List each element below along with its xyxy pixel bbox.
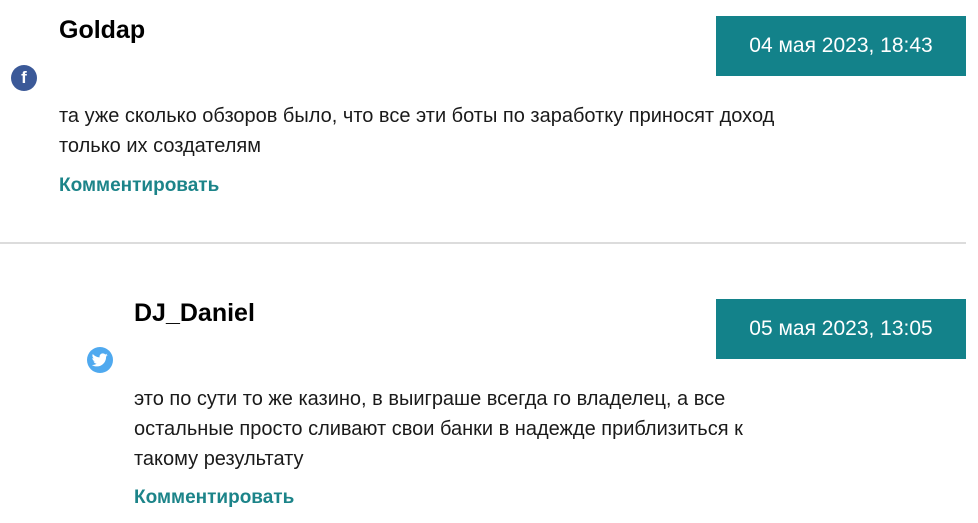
comment-date-badge: 05 мая 2023, 13:05 <box>716 299 966 359</box>
comment-text-line: та уже сколько обзоров было, что все эти… <box>59 105 775 127</box>
facebook-icon: f <box>11 65 37 91</box>
comment-author: DJ_Daniel <box>134 299 255 327</box>
comment-author: Goldap <box>59 16 146 44</box>
comment-text-line: это по сути то же казино, в выиграше все… <box>134 388 726 410</box>
twitter-icon <box>87 347 113 373</box>
comment-reply-link[interactable]: Комментировать <box>134 487 294 509</box>
comment-reply-link[interactable]: Комментировать <box>59 175 219 197</box>
comment-text: это по сути то же казино, в выиграше все… <box>134 384 743 474</box>
comment-item: Goldap 04 мая 2023, 18:43 f та уже сколь… <box>0 0 978 242</box>
comment-text-line: только их создателям <box>59 135 261 157</box>
comment-text: та уже сколько обзоров было, что все эти… <box>59 101 774 161</box>
comment-text-line: остальные просто сливают свои банки в на… <box>134 418 743 440</box>
comment-text-line: такому результату <box>134 448 304 470</box>
comment-date-badge: 04 мая 2023, 18:43 <box>716 16 966 76</box>
comment-item: DJ_Daniel 05 мая 2023, 13:05 это по сути… <box>0 244 978 523</box>
